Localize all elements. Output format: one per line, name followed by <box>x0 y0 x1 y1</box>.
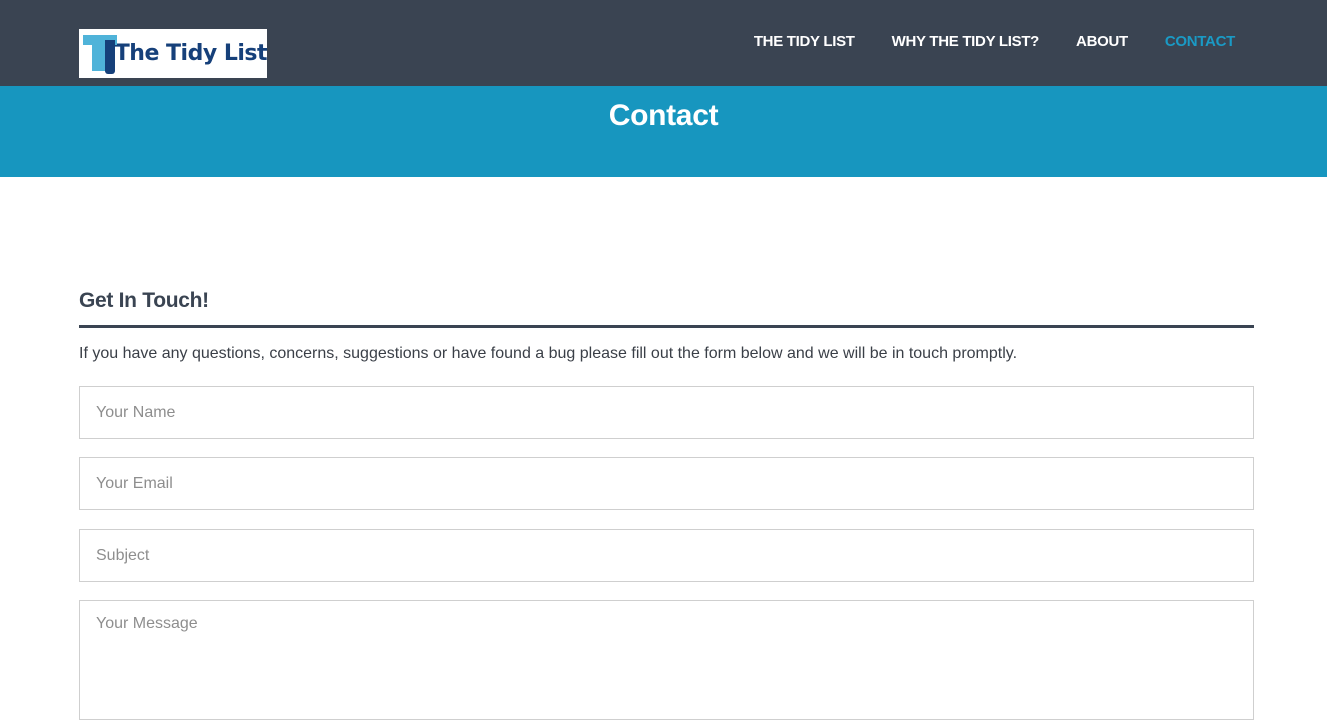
site-header: The Tidy List THE TIDY LIST WHY THE TIDY… <box>0 0 1327 86</box>
main-nav: THE TIDY LIST WHY THE TIDY LIST? ABOUT C… <box>754 33 1235 50</box>
nav-item-contact[interactable]: CONTACT <box>1165 33 1235 50</box>
email-field[interactable] <box>79 457 1254 510</box>
name-field[interactable] <box>79 386 1254 439</box>
site-logo[interactable]: The Tidy List <box>79 29 268 78</box>
logo-text: The Tidy List <box>114 41 268 66</box>
heading-divider <box>79 325 1254 328</box>
nav-item-the-tidy-list[interactable]: THE TIDY LIST <box>754 33 855 50</box>
subject-field[interactable] <box>79 529 1254 582</box>
section-heading: Get In Touch! <box>79 289 209 312</box>
page-banner: Contact <box>0 86 1327 177</box>
page-title: Contact <box>608 99 719 132</box>
intro-text: If you have any questions, concerns, sug… <box>79 345 1018 362</box>
tidy-list-logo-icon <box>83 32 117 76</box>
message-field[interactable] <box>79 600 1254 720</box>
nav-item-why-the-tidy-list[interactable]: WHY THE TIDY LIST? <box>892 33 1040 50</box>
nav-item-about[interactable]: ABOUT <box>1076 33 1128 50</box>
